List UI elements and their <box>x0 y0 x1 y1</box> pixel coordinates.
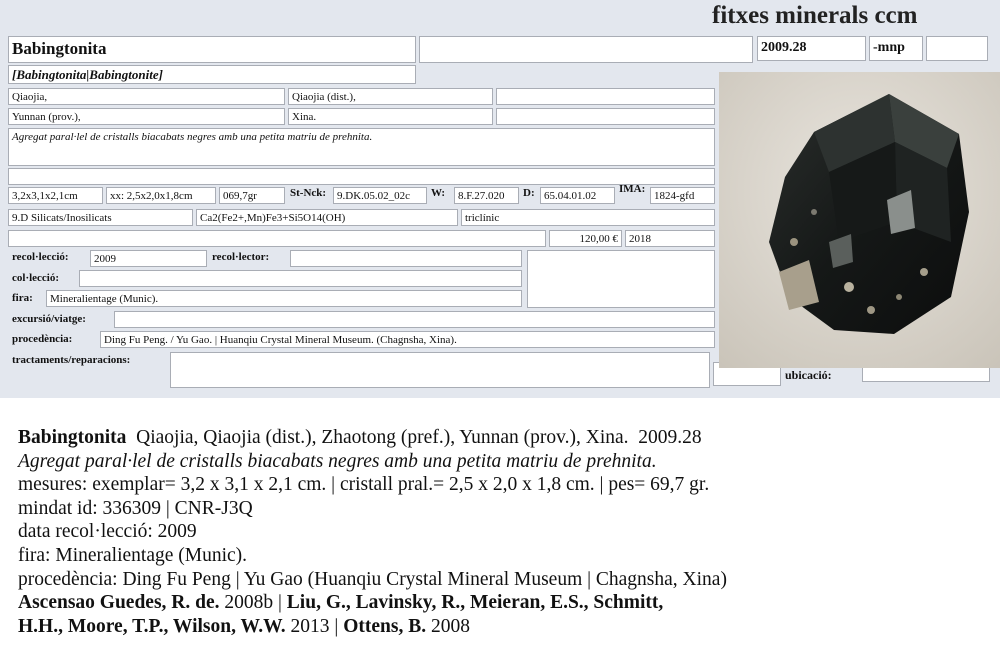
recol-label: recol·lecció: <box>12 251 69 263</box>
ima-label: IMA: <box>619 183 646 195</box>
ref2-author-a: Liu, G., Lavinsky, R., Meieran, E.S., Sc… <box>286 592 664 614</box>
summary-line-1: Babingtonita Qiaojia, Qiaojia (dist.), Z… <box>18 426 988 450</box>
weight-field[interactable]: 069,7gr <box>219 187 285 204</box>
card-header-title: fitxes minerals ccm <box>712 2 918 29</box>
class-field[interactable]: 9.D Silicats/Inosilicats <box>8 209 193 226</box>
procedencia-field[interactable]: Ding Fu Peng. / Yu Gao. | Huanqiu Crysta… <box>100 331 715 348</box>
locality-extra-field[interactable] <box>496 108 715 125</box>
ref1-rest: 2008b | <box>219 592 287 614</box>
excursio-field[interactable] <box>114 311 715 328</box>
fira-field[interactable]: Mineralientage (Munic). <box>46 290 522 307</box>
suffix-field[interactable]: -mnp <box>869 36 923 61</box>
tractaments-field[interactable] <box>170 352 710 388</box>
description-field[interactable]: Agregat paral·lel de cristalls biacabats… <box>8 128 715 166</box>
ref3-rest: 2008 <box>426 615 470 637</box>
summary-references-line-2: H.H., Moore, T.P., Wilson, W.W. 2013 | O… <box>18 615 988 639</box>
excursio-label: excursió/viatge: <box>12 313 86 325</box>
summary-code: 2009.28 <box>638 427 702 448</box>
d-label: D: <box>523 187 535 199</box>
summary-name: Babingtonita <box>18 427 127 448</box>
recollector-label: recol·lector: <box>212 251 270 263</box>
procedencia-label: procedència: <box>12 333 73 345</box>
colleccio-field[interactable] <box>79 270 522 287</box>
summary-data-recol: data recol·lecció: 2009 <box>18 521 197 543</box>
ima-field[interactable]: 1824-gfd <box>650 187 715 204</box>
ubicacio-label: ubicació: <box>785 368 832 382</box>
system-field[interactable]: triclínic <box>461 209 715 226</box>
specimen-image <box>719 72 1000 368</box>
synonyms-field[interactable]: [Babingtonita|Babingtonite] <box>8 65 416 84</box>
name-extra-field[interactable] <box>419 36 753 63</box>
recollector-field[interactable] <box>290 250 522 267</box>
price-year-field[interactable]: 2018 <box>625 230 715 247</box>
summary-fira: fira: Mineralientage (Munic). <box>18 544 248 566</box>
dimensions-field[interactable]: 3,2x3,1x2,1cm <box>8 187 103 204</box>
stnck-field[interactable]: 9.DK.05.02_02c <box>333 187 427 204</box>
price-extra-field[interactable] <box>8 230 546 247</box>
district-field[interactable]: Qiaojia (dist.), <box>288 88 493 105</box>
name-field[interactable]: Babingtonita <box>8 36 416 63</box>
specimen-summary: Babingtonita Qiaojia, Qiaojia (dist.), Z… <box>18 426 988 638</box>
province-field[interactable]: Yunnan (prov.), <box>8 108 285 125</box>
specimen-photo <box>719 72 1000 368</box>
prefecture-field[interactable] <box>496 88 715 105</box>
ref2-author-b: H.H., Moore, T.P., Wilson, W.W. <box>18 615 286 637</box>
ref1-author: Ascensao Guedes, R. de. <box>18 592 220 614</box>
tractaments-label: tractaments/reparacions: <box>12 354 131 366</box>
d-field[interactable]: 65.04.01.02 <box>540 187 615 204</box>
code-field[interactable]: 2009.28 <box>757 36 866 61</box>
description-extra-field[interactable] <box>8 168 715 185</box>
summary-description: Agregat paral·lel de cristalls biacabats… <box>18 450 657 472</box>
notes-box[interactable] <box>527 250 715 308</box>
w-label: W: <box>431 187 446 199</box>
mineral-card: fitxes minerals ccm Babingtonita 2009.28… <box>0 0 1000 398</box>
formula-field[interactable]: Ca2(Fe2+,Mn)Fe3+Si5O14(OH) <box>196 209 458 226</box>
colleccio-label: col·lecció: <box>12 272 60 284</box>
summary-locality: Qiaojia, Qiaojia (dist.), Zhaotong (pref… <box>136 427 629 448</box>
stnck-label: St-Nck: <box>290 187 327 199</box>
price-field[interactable]: 120,00 € <box>549 230 622 247</box>
summary-mindat: mindat id: 336309 | CNR-J3Q <box>18 497 253 519</box>
recol-field[interactable]: 2009 <box>90 250 207 267</box>
summary-procedencia: procedència: Ding Fu Peng | Yu Gao (Huan… <box>18 568 727 590</box>
summary-references-line-1: Ascensao Guedes, R. de. 2008b | Liu, G.,… <box>18 591 988 615</box>
w-field[interactable]: 8.F.27.020 <box>454 187 519 204</box>
ref2-rest: 2013 | <box>285 615 344 637</box>
crystal-size-field[interactable]: xx: 2,5x2,0x1,8cm <box>106 187 216 204</box>
ref3-author: Ottens, B. <box>343 615 427 637</box>
locality-field[interactable]: Qiaojia, <box>8 88 285 105</box>
country-field[interactable]: Xina. <box>288 108 493 125</box>
blank-field-1[interactable] <box>926 36 988 61</box>
summary-mesures: mesures: exemplar= 3,2 x 3,1 x 2,1 cm. |… <box>18 474 710 496</box>
fira-label: fira: <box>12 292 33 304</box>
